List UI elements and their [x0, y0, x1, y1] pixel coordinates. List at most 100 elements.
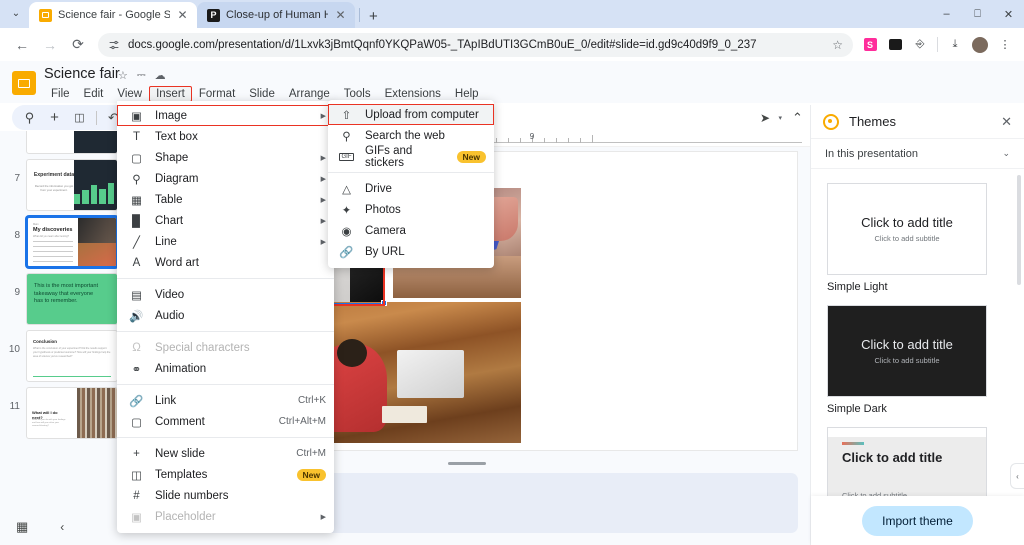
tune-icon[interactable]	[108, 39, 120, 51]
submenu-item-gifs-and-stickers[interactable]: GIF GIFs and stickers New	[328, 145, 494, 169]
move-to-folder-icon[interactable]: ⎓	[137, 69, 146, 82]
collapse-toolbar-icon[interactable]: ⌃	[785, 105, 810, 130]
profile-avatar[interactable]	[969, 34, 991, 56]
slide-number: 11	[9, 401, 20, 412]
plus-icon: +	[133, 447, 140, 460]
submenu-item-upload-from-computer[interactable]: ⇧ Upload from computer	[328, 104, 494, 125]
themes-panel[interactable]: Themes ✕ In this presentation ⌄ Click to…	[810, 105, 1024, 545]
menu-item-image[interactable]: ▣ Image ▶	[117, 105, 334, 126]
divider	[328, 172, 494, 173]
bookmark-star-icon[interactable]: ☆	[832, 38, 843, 52]
theme-card-subtitle: Click to add subtitle	[874, 234, 940, 243]
slide-thumbnail[interactable]	[26, 131, 118, 154]
close-icon[interactable]: ✕	[176, 8, 189, 22]
menu-item-animation[interactable]: ⚭ Animation	[117, 358, 334, 379]
slide-thumbnail-selected[interactable]: Main My discoveries What did you learn a…	[26, 216, 118, 268]
menu-item-shape[interactable]: ▢ Shape ▶	[117, 147, 334, 168]
menu-arrange[interactable]: Arrange	[282, 86, 337, 102]
themes-section-header[interactable]: In this presentation ⌄	[811, 139, 1024, 169]
menu-item-label: Camera	[365, 224, 406, 237]
themes-list[interactable]: Click to add title Click to add subtitle…	[811, 171, 1024, 496]
menu-insert[interactable]: Insert	[149, 86, 192, 102]
collapse-filmstrip-icon[interactable]: ‹	[60, 520, 64, 534]
new-slide-icon[interactable]: +	[42, 105, 67, 130]
cloud-saved-icon[interactable]: ☁	[155, 69, 166, 82]
search-icon[interactable]: ⚲	[17, 105, 42, 130]
menu-file[interactable]: File	[44, 86, 77, 102]
submenu-item-search-the-web[interactable]: ⚲ Search the web	[328, 125, 494, 146]
insert-menu[interactable]: ▣ Image ▶ T Text box ▢ Shape ▶ ⚲ Diagram…	[117, 101, 334, 533]
menu-item-diagram[interactable]: ⚲ Diagram ▶	[117, 168, 334, 189]
notes-pane-resizer[interactable]	[448, 462, 486, 465]
list-item[interactable]: 7 Experiment data Record the information…	[0, 154, 124, 211]
minimize-button[interactable]: –	[931, 0, 962, 28]
select-tool-icon[interactable]: ➤	[752, 105, 777, 130]
list-item[interactable]: 9 This is the most important takeaway th…	[0, 268, 124, 325]
submenu-item-by-url[interactable]: 🔗 By URL	[328, 241, 494, 262]
close-window-button[interactable]: ✕	[993, 0, 1024, 28]
menu-item-line[interactable]: ╱ Line ▶	[117, 231, 334, 252]
slide-thumbnail[interactable]: What will I do next? What will you do wi…	[26, 387, 118, 439]
themes-scrollbar[interactable]	[1017, 175, 1021, 285]
chevron-down-icon[interactable]: ▾	[778, 114, 782, 122]
list-item[interactable]: 11 What will I do next? What will you do…	[0, 382, 124, 439]
layout-icon[interactable]: ◫	[67, 105, 92, 130]
extensions-puzzle-icon[interactable]: ⎆	[909, 34, 931, 56]
submenu-item-photos[interactable]: ✦ Photos	[328, 199, 494, 220]
google-slides-logo[interactable]	[12, 71, 36, 95]
close-icon[interactable]: ✕	[334, 8, 347, 22]
menu-item-chart[interactable]: ▉ Chart ▶	[117, 210, 334, 231]
menu-item-new-slide[interactable]: + New slide Ctrl+M	[117, 443, 334, 464]
theme-card-third[interactable]: Click to add title Click to add subtitle	[827, 427, 987, 496]
theme-card-simple-light[interactable]: Click to add title Click to add subtitle	[827, 183, 987, 275]
maximize-button[interactable]: ⎕	[962, 0, 993, 28]
forward-icon[interactable]: →	[36, 31, 64, 59]
shape-icon: ▢	[131, 152, 142, 165]
document-title[interactable]: Science fair	[44, 66, 120, 82]
chrome-menu-icon[interactable]: ⋮	[994, 34, 1016, 56]
theme-card-simple-dark[interactable]: Click to add title Click to add subtitle	[827, 305, 987, 397]
import-theme-button[interactable]: Import theme	[862, 505, 973, 536]
menu-item-text-box[interactable]: T Text box	[117, 126, 334, 147]
menu-item-word-art[interactable]: A Word art	[117, 252, 334, 273]
address-bar[interactable]: docs.google.com/presentation/d/1Lxvk3jBm…	[98, 32, 853, 57]
slide-thumbnail[interactable]: Conclusion What is the conclusion of you…	[26, 330, 118, 382]
close-icon[interactable]: ✕	[1001, 114, 1012, 130]
menu-item-video[interactable]: ▤ Video	[117, 284, 334, 305]
list-item[interactable]: 8 Main My discoveries What did you learn…	[0, 211, 124, 268]
thumb-title: This is the most important takeaway that…	[34, 283, 99, 305]
menu-edit[interactable]: Edit	[77, 86, 111, 102]
submenu-item-drive[interactable]: △ Drive	[328, 178, 494, 199]
menu-item-audio[interactable]: 🔊 Audio	[117, 305, 334, 326]
list-item[interactable]: 10 Conclusion What is the conclusion of …	[0, 325, 124, 382]
menu-slide[interactable]: Slide	[242, 86, 282, 102]
slide-thumbnail[interactable]: Experiment data Record the information y…	[26, 159, 118, 211]
menu-item-table[interactable]: ▦ Table ▶	[117, 189, 334, 210]
browser-tab-slides[interactable]: Science fair - Google Slides ✕	[29, 2, 197, 28]
chevron-down-icon[interactable]: ⌄	[1002, 148, 1010, 159]
browser-tab-pexels[interactable]: P Close-up of Human Hand - Free ✕	[197, 2, 355, 28]
menu-item-templates[interactable]: ◫ Templates New	[117, 464, 334, 485]
collapse-panel-icon[interactable]: ‹	[1010, 463, 1024, 489]
menu-item-comment[interactable]: ▢ Comment Ctrl+Alt+M	[117, 411, 334, 432]
downloads-icon[interactable]: ⤓	[944, 34, 966, 56]
pink-extension-icon[interactable]: S	[859, 34, 881, 56]
grid-view-icon[interactable]: ▦	[16, 519, 28, 535]
menu-view[interactable]: View	[110, 86, 149, 102]
image-submenu[interactable]: ⇧ Upload from computer ⚲ Search the web …	[328, 100, 494, 268]
menu-item-slide-numbers[interactable]: # Slide numbers	[117, 485, 334, 506]
slide-thumbnail[interactable]: This is the most important takeaway that…	[26, 273, 118, 325]
list-item[interactable]	[0, 131, 124, 154]
menu-item-link[interactable]: 🔗 Link Ctrl+K	[117, 390, 334, 411]
submenu-item-camera[interactable]: ◉ Camera	[328, 220, 494, 241]
new-tab-button[interactable]: +	[362, 8, 385, 25]
back-icon[interactable]: ←	[8, 31, 36, 59]
menu-format[interactable]: Format	[192, 86, 242, 102]
tab-search-chevron-icon[interactable]: ⌄	[3, 0, 29, 26]
reload-icon[interactable]: ⟳	[64, 31, 92, 59]
dark-extension-icon[interactable]	[884, 34, 906, 56]
video-icon: ▤	[131, 289, 142, 302]
menu-item-label: Upload from computer	[365, 108, 479, 121]
slide-filmstrip[interactable]: 7 Experiment data Record the information…	[0, 131, 124, 545]
star-icon[interactable]: ☆	[118, 69, 128, 82]
